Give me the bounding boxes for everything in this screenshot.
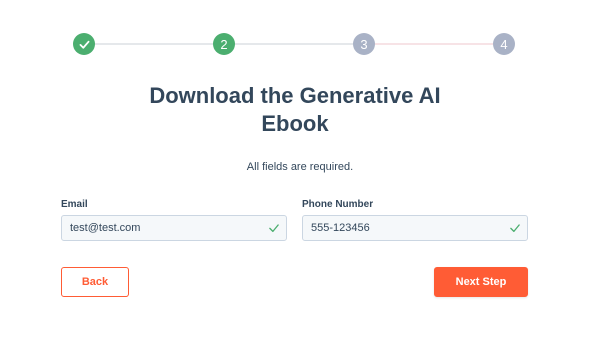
email-field[interactable]: test@test.com (61, 215, 287, 241)
email-value: test@test.com (70, 222, 141, 234)
checkmark-icon (269, 224, 279, 233)
back-button[interactable]: Back (61, 267, 129, 297)
page-title-line-1: Download the Generative AI (149, 83, 441, 108)
stepper-connector (95, 43, 213, 45)
phone-field[interactable]: 555-123456 (302, 215, 528, 241)
step-number: 2 (220, 36, 228, 52)
page-title: Download the Generative AI Ebook (120, 82, 470, 138)
back-button-label: Back (81, 276, 109, 288)
checkmark-icon (510, 224, 520, 233)
step-2: 2 (213, 33, 235, 55)
phone-label: Phone Number (302, 199, 374, 210)
phone-value: 555-123456 (311, 222, 370, 234)
step-4: 4 (493, 33, 515, 55)
checkmark-icon (79, 40, 89, 49)
step-number: 3 (360, 36, 368, 52)
progress-stepper: 2 3 4 (73, 33, 516, 55)
step-1-complete (73, 33, 95, 55)
stepper-connector (375, 43, 493, 45)
stepper-connector (235, 43, 353, 45)
next-step-button[interactable]: Next Step (434, 267, 528, 297)
form-page: 2 3 4 Download the Generative AI Ebook A… (0, 0, 600, 354)
next-step-button-label: Next Step (455, 276, 507, 288)
step-3: 3 (353, 33, 375, 55)
required-fields-note: All fields are required. (246, 161, 354, 173)
page-title-line-2: Ebook (261, 111, 329, 136)
email-label: Email (61, 199, 88, 210)
step-number: 4 (500, 36, 508, 52)
